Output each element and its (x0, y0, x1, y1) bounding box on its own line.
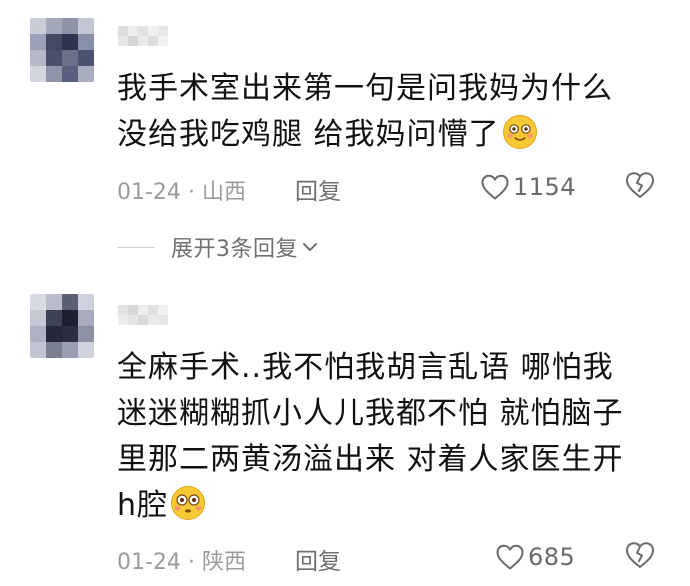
divider-dash (117, 246, 155, 248)
comment-meta: 01-24 · 陕西 回复 685 (117, 540, 662, 576)
comment-item: 我手术室出来第一句是问我妈为什么 没给我吃鸡腿 给我妈问懵了 01-24 · 山… (0, 0, 690, 262)
reply-button[interactable]: 回复 (295, 172, 341, 206)
comment-text-line: 里那二两黄汤溢出来 对着人家医生开 (117, 442, 624, 477)
smiling-blush-emoji (502, 115, 537, 149)
dislike-button[interactable] (624, 170, 656, 206)
reply-button[interactable]: 回复 (295, 542, 341, 576)
meta-separator: · (187, 550, 195, 575)
broken-heart-icon (626, 542, 654, 568)
comment-date: 01-24 (117, 180, 181, 205)
comment-text: 全麻手术..我不怕我胡言乱语 哪怕我 迷迷糊糊抓小人儿我都不怕 就怕脑子 里那二… (117, 345, 662, 529)
avatar[interactable] (30, 294, 94, 358)
expand-replies-button[interactable]: 展开3条回复 (117, 231, 318, 263)
comment-date: 01-24 (117, 550, 181, 575)
avatar[interactable] (30, 18, 94, 82)
comment-text-line: h腔 (117, 483, 662, 529)
comment-text-line-content: h腔 (117, 488, 169, 523)
like-button[interactable]: 685 (495, 540, 575, 574)
comment-text-line-content: 没给我吃鸡腿 给我妈问懵了 (117, 117, 500, 152)
broken-heart-icon (626, 172, 654, 198)
heart-outline-icon (496, 544, 524, 570)
username-blurred[interactable] (118, 26, 168, 46)
heart-outline-icon (481, 174, 509, 200)
expand-replies-label: 展开3条回复 (171, 237, 298, 262)
comment-item: 全麻手术..我不怕我胡言乱语 哪怕我 迷迷糊糊抓小人儿我都不怕 就怕脑子 里那二… (0, 280, 690, 586)
like-count: 685 (528, 543, 576, 571)
flushed-face-emoji (171, 486, 206, 520)
comment-date-location: 01-24 · 山西 (117, 174, 246, 206)
comment-text: 我手术室出来第一句是问我妈为什么 没给我吃鸡腿 给我妈问懵了 (117, 66, 662, 158)
meta-separator: · (187, 180, 195, 205)
comment-text-line: 迷迷糊糊抓小人儿我都不怕 就怕脑子 (117, 396, 624, 431)
like-button[interactable]: 1154 (480, 170, 576, 204)
comment-text-line: 没给我吃鸡腿 给我妈问懵了 (117, 112, 662, 158)
comment-text-line: 我手术室出来第一句是问我妈为什么 (117, 71, 613, 106)
comment-meta: 01-24 · 山西 回复 1154 (117, 170, 662, 206)
username-blurred[interactable] (118, 305, 168, 325)
comment-date-location: 01-24 · 陕西 (117, 544, 246, 576)
chevron-down-icon (303, 243, 317, 251)
like-count: 1154 (513, 173, 577, 201)
comment-location: 山西 (201, 180, 246, 205)
comment-text-line: 全麻手术..我不怕我胡言乱语 哪怕我 (117, 350, 614, 385)
dislike-button[interactable] (624, 540, 656, 576)
comment-location: 陕西 (201, 550, 246, 575)
